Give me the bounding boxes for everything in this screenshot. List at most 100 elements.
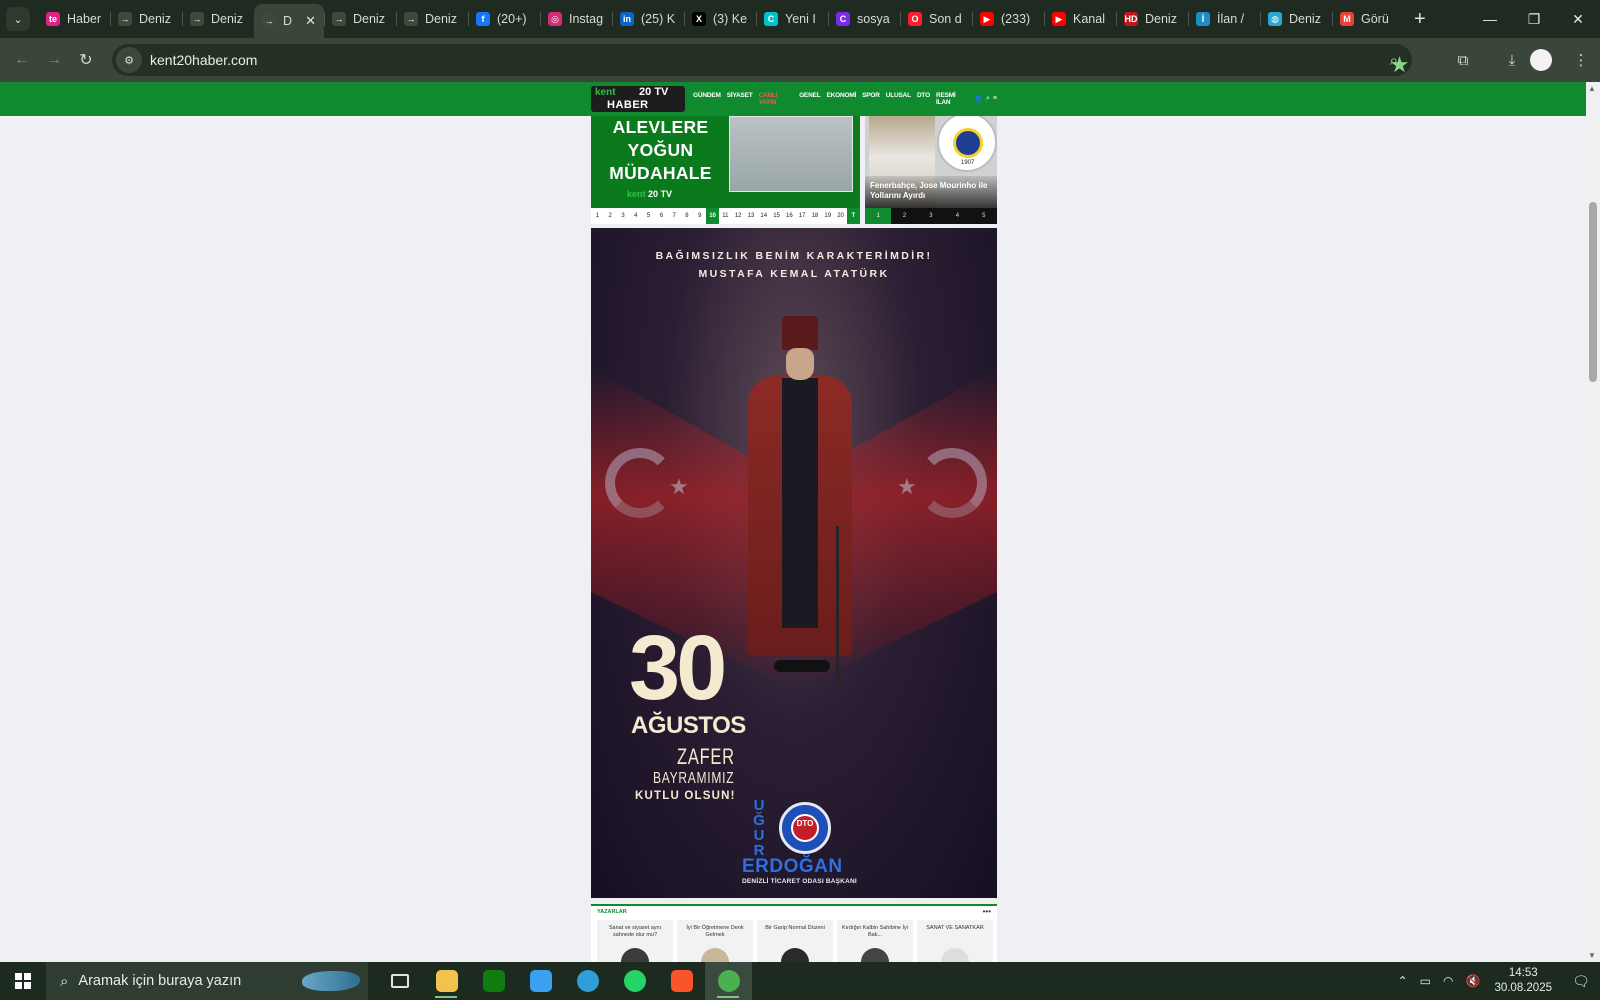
browser-tab[interactable]: ▶ (233) xyxy=(972,4,1044,34)
author-card[interactable]: Kırdığın Kalbin Sahibine İyi Bak... xyxy=(837,920,913,962)
site-settings-icon[interactable]: ⚙ xyxy=(116,47,142,73)
slider-page[interactable]: 12 xyxy=(732,208,745,224)
slider-page[interactable]: 10 xyxy=(706,208,719,224)
browser-tab[interactable]: O Son d xyxy=(900,4,972,34)
browser-tab[interactable]: C Yeni I xyxy=(756,4,828,34)
notification-icon[interactable]: 🗨 xyxy=(1562,962,1600,1000)
menu-item-4[interactable]: EKONOMİ xyxy=(826,92,856,106)
user-icon[interactable]: 👤 xyxy=(974,95,983,103)
menu-item-8[interactable]: RESMİ İLAN xyxy=(936,92,968,106)
slider-page[interactable]: 14 xyxy=(757,208,770,224)
author-card[interactable]: SANAT VE SANATKAR xyxy=(917,920,993,962)
new-tab-button[interactable]: + xyxy=(1414,8,1426,31)
close-window-icon[interactable]: ✕ xyxy=(1556,0,1600,38)
site-logo[interactable]: kent 20 TV HABER xyxy=(591,86,685,112)
author-card[interactable]: İyi Bir Öğretmene Denk Gelmek xyxy=(677,920,753,962)
side-slider-page[interactable]: 5 xyxy=(971,208,997,224)
browser-tab[interactable]: te Haber xyxy=(38,4,110,34)
victory-day-banner[interactable]: BAĞIMSIZLIK BENİM KARAKTERİMDİR! MUSTAFA… xyxy=(591,228,997,898)
download-icon[interactable]: ⤓ xyxy=(1497,45,1527,75)
side-slide[interactable]: 1907 Fenerbahçe, Jose Mourinho ile Yolla… xyxy=(865,116,997,208)
bookmark-star-icon[interactable]: ★ xyxy=(1390,52,1410,78)
slider-page[interactable]: 6 xyxy=(655,208,668,224)
tab-search-chevron-icon[interactable]: ⌄ xyxy=(6,7,30,31)
microsoft-store-icon[interactable] xyxy=(517,962,564,1000)
minimize-icon[interactable]: — xyxy=(1468,0,1512,38)
browser-tab[interactable]: ◎ Instag xyxy=(540,4,612,34)
page-scrollbar[interactable]: ▲ ▼ xyxy=(1586,82,1600,962)
side-slider-page[interactable]: 2 xyxy=(891,208,917,224)
volume-muted-icon[interactable]: 🔇 xyxy=(1465,974,1480,988)
slider-page[interactable]: 17 xyxy=(796,208,809,224)
browser-tab[interactable]: → Deniz xyxy=(182,4,254,34)
slider-page[interactable]: T xyxy=(846,208,860,224)
slider-page[interactable]: 1 xyxy=(591,208,604,224)
whatsapp-icon[interactable] xyxy=(611,962,658,1000)
menu-dots-icon[interactable]: ⋮ xyxy=(1566,45,1596,75)
slider-page[interactable]: 15 xyxy=(770,208,783,224)
slider-page[interactable]: 5 xyxy=(642,208,655,224)
more-dots-icon[interactable]: ••• xyxy=(983,907,991,916)
tab-close-icon[interactable]: ✕ xyxy=(305,13,316,29)
browser-tab[interactable]: f (20+) xyxy=(468,4,540,34)
author-card[interactable]: Sanat ve siyaset aynı sahnede olur mu? xyxy=(597,920,673,962)
edge-icon[interactable] xyxy=(564,962,611,1000)
clock[interactable]: 14:53 30.08.2025 xyxy=(1494,966,1552,996)
forward-arrow-icon[interactable]: → xyxy=(38,44,70,76)
chrome-icon[interactable] xyxy=(705,962,752,1000)
xbox-icon[interactable] xyxy=(470,962,517,1000)
browser-tab[interactable]: X (3) Ke xyxy=(684,4,756,34)
main-slide[interactable]: ALEVLERE YOĞUN MÜDAHALE kent 20 TV xyxy=(591,116,860,208)
battery-icon[interactable]: ▭ xyxy=(1420,974,1431,988)
menu-item-7[interactable]: DTO xyxy=(917,92,930,106)
menu-item-6[interactable]: ULUSAL xyxy=(886,92,911,106)
hamburger-icon[interactable]: ≡ xyxy=(993,95,997,103)
browser-tab[interactable]: → Deniz xyxy=(324,4,396,34)
browser-tab[interactable]: Csosya xyxy=(828,4,900,34)
slider-page[interactable]: 16 xyxy=(783,208,796,224)
browser-tab[interactable]: HD Deniz xyxy=(1116,4,1188,34)
scroll-up-icon[interactable]: ▲ xyxy=(1588,84,1596,93)
slider-page[interactable]: 20 xyxy=(834,208,847,224)
menu-item-2[interactable]: CANLI YAYIN xyxy=(759,92,794,106)
menu-item-5[interactable]: SPOR xyxy=(862,92,880,106)
back-arrow-icon[interactable]: ← xyxy=(6,44,38,76)
browser-tab[interactable]: → Deniz xyxy=(396,4,468,34)
menu-item-0[interactable]: GÜNDEM xyxy=(693,92,721,106)
slider-page[interactable]: 13 xyxy=(745,208,758,224)
profile-avatar[interactable] xyxy=(1530,49,1552,71)
browser-tab[interactable]: in (25) K xyxy=(612,4,684,34)
slider-page[interactable]: 9 xyxy=(693,208,706,224)
browser-tab[interactable]: → Deniz xyxy=(110,4,182,34)
search-icon[interactable]: ⌕ xyxy=(986,95,990,103)
browser-tab[interactable]: → D ✕ xyxy=(254,4,324,38)
side-slider-page[interactable]: 4 xyxy=(944,208,970,224)
start-button[interactable] xyxy=(0,962,46,1000)
side-slider-page[interactable]: 1 xyxy=(865,208,892,224)
task-view-icon[interactable] xyxy=(376,962,423,1000)
extensions-icon[interactable]: ⧉ xyxy=(1448,45,1478,75)
restore-icon[interactable]: ❐ xyxy=(1512,0,1556,38)
slider-page[interactable]: 4 xyxy=(629,208,642,224)
slider-page[interactable]: 7 xyxy=(668,208,681,224)
menu-item-1[interactable]: SİYASET xyxy=(727,92,753,106)
slider-page[interactable]: 18 xyxy=(809,208,822,224)
file-explorer-icon[interactable] xyxy=(423,962,470,1000)
taskbar-search[interactable]: ⌕ Aramak için buraya yazın xyxy=(46,962,368,1000)
reload-icon[interactable]: ↻ xyxy=(70,44,102,76)
slider-page[interactable]: 8 xyxy=(681,208,694,224)
side-slider-page[interactable]: 3 xyxy=(918,208,944,224)
chevron-up-icon[interactable]: ⌃ xyxy=(1398,974,1408,988)
slider-page[interactable]: 19 xyxy=(821,208,834,224)
wifi-icon[interactable]: ◠ xyxy=(1443,974,1453,988)
browser-tab[interactable]: ▶ Kanal xyxy=(1044,4,1116,34)
browser-tab[interactable]: İ İlan / xyxy=(1188,4,1260,34)
scrollbar-thumb[interactable] xyxy=(1589,202,1597,382)
slider-page[interactable]: 3 xyxy=(617,208,630,224)
address-bar[interactable]: ⚙ kent20haber.com ⌕ ★ xyxy=(112,44,1412,78)
browser-tab[interactable]: M Görü xyxy=(1332,4,1404,34)
brave-icon[interactable] xyxy=(658,962,705,1000)
menu-item-3[interactable]: GENEL xyxy=(799,92,821,106)
slider-page[interactable]: 11 xyxy=(719,208,732,224)
browser-tab[interactable]: ◍ Deniz xyxy=(1260,4,1332,34)
